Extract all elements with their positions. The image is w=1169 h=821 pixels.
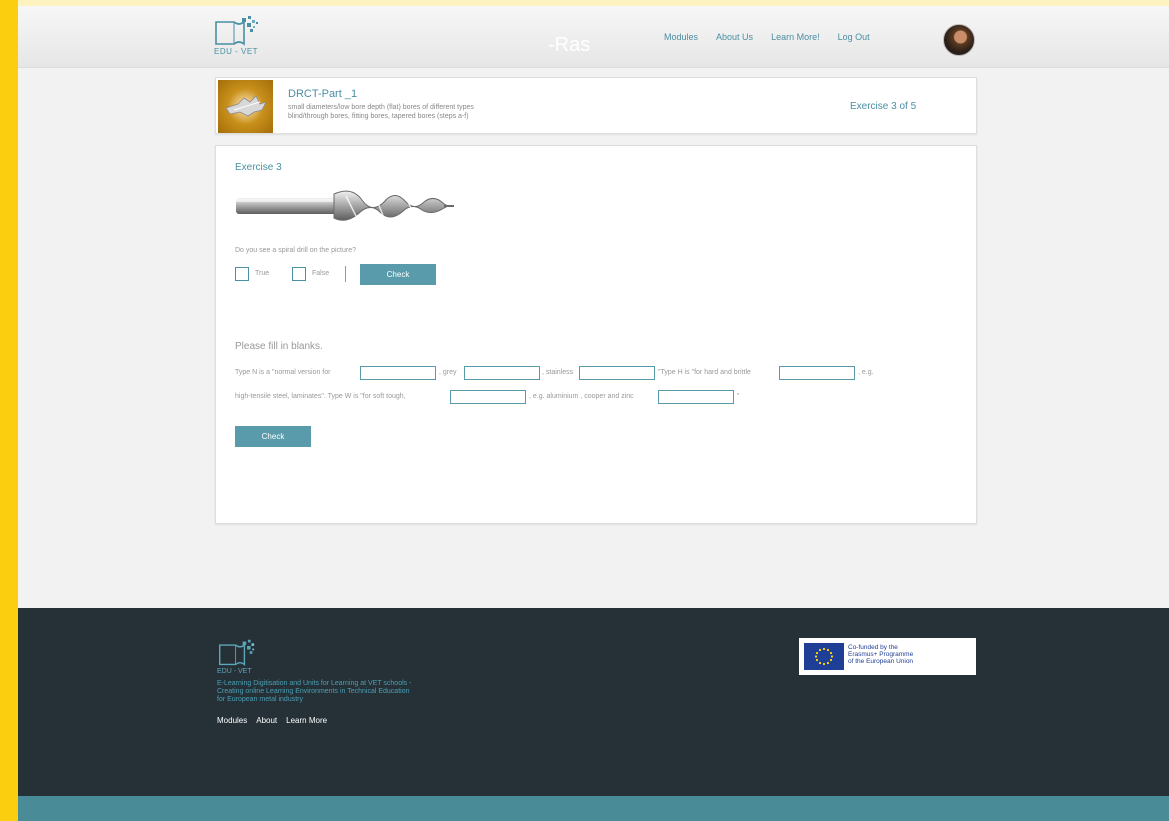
erasmus-text: Co-funded by the Erasmus+ Programme of t…: [848, 644, 913, 665]
footer-description: E-Learning Digitisation and Units for Le…: [217, 680, 411, 704]
footer-logo[interactable]: EDU - VET: [217, 638, 267, 678]
nav-modules[interactable]: Modules: [664, 32, 698, 42]
nav-about-us[interactable]: About Us: [716, 32, 753, 42]
footer-description-line1: E-Learning Digitisation and Units for Le…: [217, 680, 412, 687]
main-nav: Modules About Us Learn More! Log Out: [664, 32, 870, 42]
footer-nav-modules[interactable]: Modules: [217, 716, 247, 725]
bottom-band: [18, 796, 1169, 821]
footer-description-line2: Creating online Learning Environments in…: [217, 688, 410, 695]
app-window: EDU - VET -Ras Modules About Us Learn Mo…: [18, 6, 1169, 821]
footer-description-line3: for European metal industry: [217, 696, 303, 703]
fill-text-segment: Type N is a "normal version for: [235, 369, 331, 376]
fill-line-1: Type N is a "normal version for , grey ,…: [235, 366, 935, 382]
book-logo-icon: [219, 639, 255, 666]
eu-flag-icon: [804, 643, 844, 670]
blank-input-3[interactable]: [579, 366, 655, 380]
blank-input-2[interactable]: [464, 366, 540, 380]
fill-text-segment: , e.g. aluminium , cooper and zinc: [529, 393, 634, 400]
edu-vet-logo[interactable]: EDU - VET: [214, 14, 264, 58]
check-blanks-button[interactable]: Check: [235, 426, 311, 447]
footer-logo-text: EDU - VET: [217, 668, 252, 675]
true-label: True: [255, 270, 270, 277]
footer-nav-learn-more[interactable]: Learn More: [286, 716, 327, 725]
fill-blanks-title: Please fill in blanks.: [235, 341, 323, 352]
fill-text-segment: high-tensile steel, laminates". Type W i…: [235, 393, 406, 400]
drill-tool-icon: [225, 95, 267, 117]
spiral-drill-image: [236, 190, 454, 221]
module-description-line2: blind/through bores, fitting bores, tape…: [288, 113, 469, 120]
left-yellow-bar: [0, 0, 18, 821]
fill-text-segment: , e.g.: [858, 369, 874, 376]
check-answer-button[interactable]: Check: [360, 264, 436, 285]
footer-nav: Modules About Learn More: [217, 716, 327, 725]
true-checkbox[interactable]: [235, 267, 249, 281]
blank-input-4[interactable]: [779, 366, 855, 380]
logo-text: EDU - VET: [214, 47, 259, 56]
user-label: -Ras: [548, 34, 591, 56]
erasmus-badge: Co-funded by the Erasmus+ Programme of t…: [799, 638, 976, 675]
book-logo-icon: [215, 16, 258, 46]
avatar[interactable]: [943, 24, 975, 56]
exercise-title: Exercise 3: [235, 162, 282, 173]
exercise-counter: Exercise 3 of 5: [850, 101, 917, 112]
fill-text-segment: "Type H is "for hard and brittle: [658, 369, 751, 376]
divider: [345, 266, 346, 282]
eu-text-line3: of the European Union: [848, 658, 914, 665]
blank-input-6[interactable]: [658, 390, 734, 404]
footer: EDU - VET E-Learning Digitisation and Un…: [18, 608, 1169, 796]
exercise-card: Exercise 3 Do you see a spiral drill on …: [215, 145, 977, 524]
fill-text-segment: , grey: [439, 369, 457, 376]
false-checkbox[interactable]: [292, 267, 306, 281]
nav-log-out[interactable]: Log Out: [838, 32, 870, 42]
module-description-line1: small diameters/low bore depth (flat) bo…: [288, 104, 474, 111]
module-thumbnail: [218, 80, 273, 133]
blank-input-5[interactable]: [450, 390, 526, 404]
fill-text-segment: ": [737, 393, 740, 400]
module-title: DRCT-Part _1: [288, 88, 358, 100]
header: EDU - VET -Ras Modules About Us Learn Mo…: [18, 6, 1169, 68]
fill-text-segment: , stainless: [542, 369, 574, 376]
eu-text-line2: Erasmus+ Programme: [848, 651, 914, 658]
nav-learn-more[interactable]: Learn More!: [771, 32, 820, 42]
module-card: DRCT-Part _1 small diameters/low bore de…: [215, 77, 977, 134]
question-text: Do you see a spiral drill on the picture…: [235, 247, 357, 254]
blank-input-1[interactable]: [360, 366, 436, 380]
eu-text-line1: Co-funded by the: [848, 644, 898, 651]
footer-nav-about[interactable]: About: [256, 716, 277, 725]
false-label: False: [312, 270, 330, 277]
fill-line-2: high-tensile steel, laminates". Type W i…: [235, 390, 935, 406]
